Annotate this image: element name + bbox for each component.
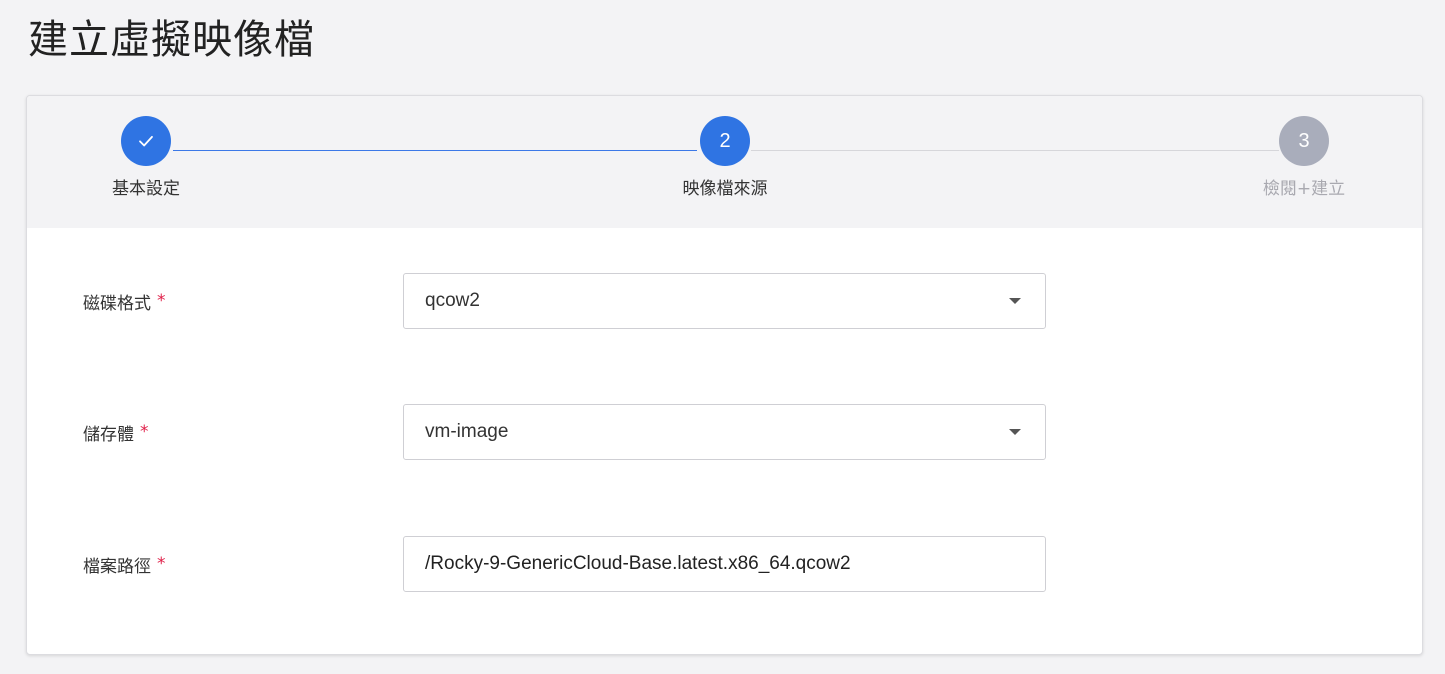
step-image-source[interactable]: 2 映像檔來源 [645,116,805,200]
disk-format-row: 磁碟格式 * qcow2 [27,273,1422,329]
stepper: 基本設定 2 映像檔來源 3 檢閱+建立 [27,96,1422,228]
required-marker: * [157,554,166,574]
step-connector-completed [173,150,697,151]
chevron-down-icon [1009,429,1021,435]
step-3-label: 檢閱+建立 [1262,179,1346,199]
storage-label: 儲存體 * [83,422,149,445]
storage-row: 儲存體 * vm-image [27,404,1422,460]
disk-format-select[interactable]: qcow2 [403,273,1046,329]
page-title: 建立虛擬映像檔 [28,17,315,63]
step-connector-pending [751,150,1279,151]
step-3-indicator: 3 [1279,116,1329,166]
step-1-indicator [121,116,171,166]
disk-format-label: 磁碟格式 * [83,291,166,314]
checkmark-icon [139,135,153,147]
file-path-field[interactable] [403,536,1046,592]
step-1-label: 基本設定 [112,179,180,199]
storage-select[interactable]: vm-image [403,404,1046,460]
disk-format-value: qcow2 [425,290,480,311]
storage-value: vm-image [425,421,509,442]
file-path-label: 檔案路徑 * [83,554,166,577]
step-review-create[interactable]: 3 檢閱+建立 [1224,116,1384,200]
required-marker: * [140,422,149,442]
chevron-down-icon [1009,298,1021,304]
file-path-input[interactable] [425,537,1045,591]
wizard-card: 基本設定 2 映像檔來源 3 檢閱+建立 磁碟格式 * qcow2 儲存體 * vm… [26,95,1423,655]
step-2-indicator: 2 [700,116,750,166]
step-basic-settings[interactable]: 基本設定 [66,116,226,200]
required-marker: * [157,291,166,311]
file-path-row: 檔案路徑 * [27,536,1422,592]
step-2-label: 映像檔來源 [682,179,768,199]
